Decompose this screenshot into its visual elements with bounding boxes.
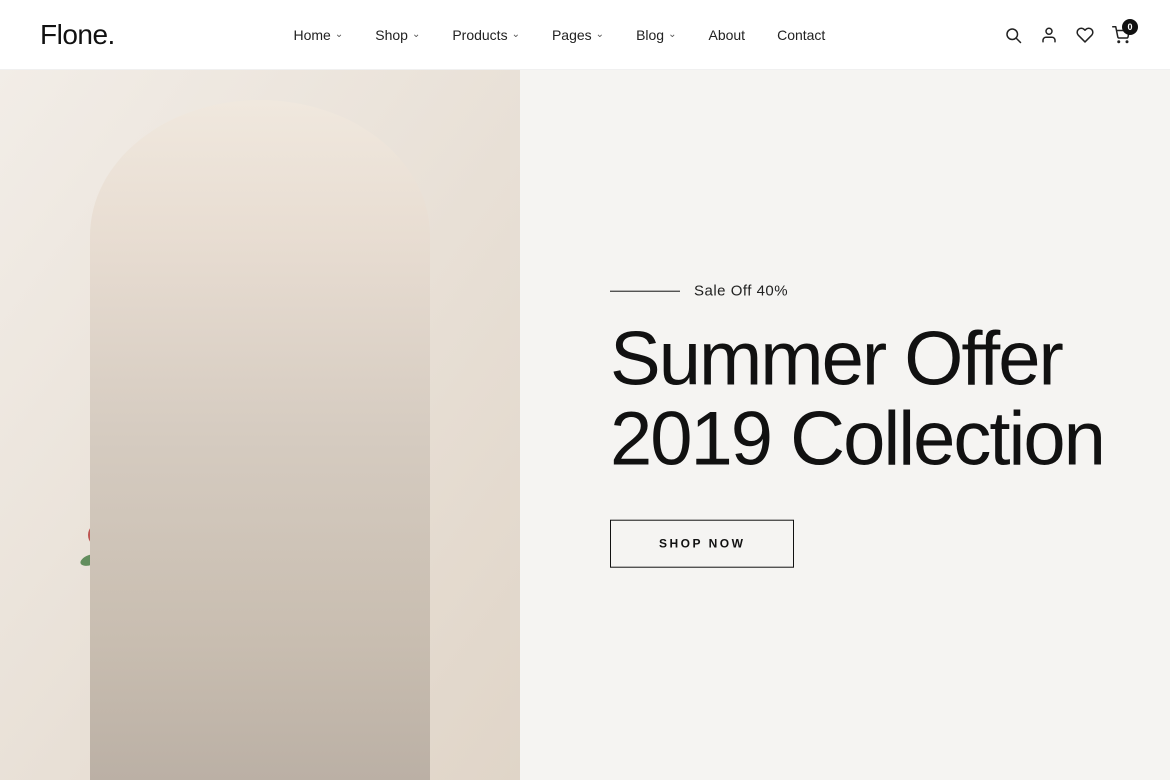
svg-text:⚓: ⚓ (105, 624, 120, 638)
nav-label-home: Home (293, 27, 330, 43)
chevron-down-icon: ⌄ (596, 29, 604, 40)
shop-now-label: SHOP NOW (659, 536, 745, 550)
hero-title-line2: 2019 Collection (610, 397, 1104, 482)
cart-button[interactable]: 0 (1112, 26, 1130, 44)
model-svg: ⚓ (0, 70, 520, 780)
nav-label-shop: Shop (375, 27, 408, 43)
wishlist-button[interactable] (1076, 26, 1094, 44)
nav-item-blog[interactable]: Blog ⌄ (620, 0, 692, 70)
nav-label-blog: Blog (636, 27, 664, 43)
nav-item-products[interactable]: Products ⌄ (436, 0, 536, 70)
sale-tag-text: Sale Off 40% (694, 283, 788, 300)
heart-icon (1076, 26, 1094, 44)
main-nav: Home ⌄ Shop ⌄ Products ⌄ Pages ⌄ Blog ⌄ … (277, 0, 841, 70)
nav-item-contact[interactable]: Contact (761, 0, 841, 70)
site-logo[interactable]: Flone. (40, 19, 115, 51)
cart-count-badge: 0 (1122, 19, 1138, 35)
chevron-down-icon: ⌄ (412, 29, 420, 40)
user-icon (1040, 26, 1058, 44)
nav-item-pages[interactable]: Pages ⌄ (536, 0, 620, 70)
hero-title-line1: Summer Offer (610, 317, 1062, 402)
nav-item-about[interactable]: About (692, 0, 761, 70)
nav-item-home[interactable]: Home ⌄ (277, 0, 359, 70)
nav-item-shop[interactable]: Shop ⌄ (359, 0, 436, 70)
sale-line-decoration (610, 290, 680, 292)
search-button[interactable] (1004, 26, 1022, 44)
header-actions: 0 (1004, 26, 1130, 44)
nav-label-about: About (708, 27, 745, 43)
chevron-down-icon: ⌄ (512, 29, 520, 40)
site-header: Flone. Home ⌄ Shop ⌄ Products ⌄ Pages ⌄ … (0, 0, 1170, 70)
hero-title: Summer Offer 2019 Collection (610, 320, 1110, 480)
nav-label-contact: Contact (777, 27, 825, 43)
logo-text: Flone (40, 19, 108, 50)
chevron-down-icon: ⌄ (335, 29, 343, 40)
nav-label-pages: Pages (552, 27, 592, 43)
shop-now-button[interactable]: SHOP NOW (610, 519, 794, 567)
logo-dot: . (108, 19, 115, 50)
nav-label-products: Products (452, 27, 507, 43)
account-button[interactable] (1040, 26, 1058, 44)
search-icon (1004, 26, 1022, 44)
chevron-down-icon: ⌄ (668, 29, 676, 40)
hero-content: Sale Off 40% Summer Offer 2019 Collectio… (610, 283, 1110, 568)
hero-section: ⚓ Sale Off 40% Summer Offer 2019 Collect… (0, 70, 1170, 780)
sale-tag: Sale Off 40% (610, 283, 1110, 300)
hero-model-image: ⚓ (0, 70, 520, 780)
